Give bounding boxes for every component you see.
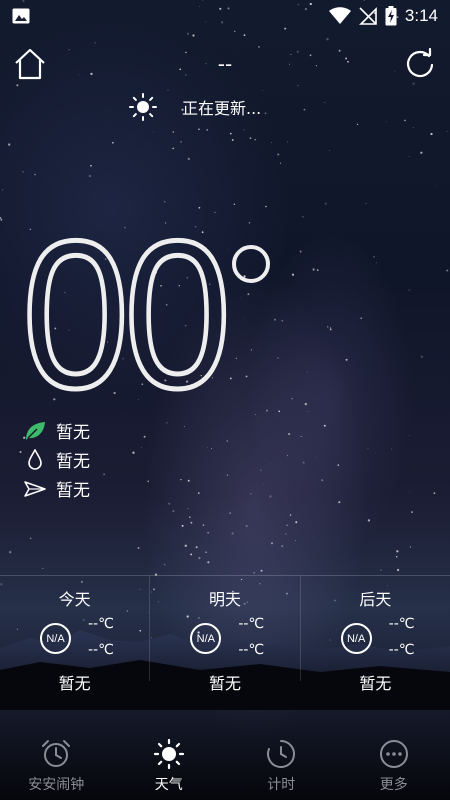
weather-details: 暂无 暂无 暂无: [24, 416, 90, 503]
update-status: 正在更新...: [128, 92, 261, 122]
top-bar: --: [0, 44, 450, 84]
detail-wind: 暂无: [24, 474, 90, 503]
detail-air-quality: 暂无: [24, 416, 90, 445]
leaf-icon: [24, 420, 46, 442]
image-notification-icon: [12, 8, 30, 24]
status-right: 3:14: [328, 6, 438, 26]
water-drop-icon: [24, 448, 46, 471]
tab-label: 天气: [154, 777, 183, 793]
forecast-low: --℃: [238, 642, 265, 658]
tab-more[interactable]: 更多: [338, 735, 450, 800]
tab-alarm[interactable]: 安安闹钟: [0, 735, 113, 800]
update-text: 正在更新...: [182, 99, 262, 118]
forecast-desc: 暂无: [58, 674, 91, 693]
tab-label: 安安闹钟: [28, 777, 85, 793]
status-bar: 3:14: [0, 0, 450, 32]
tab-weather[interactable]: 天气: [113, 735, 226, 800]
timer-icon: [267, 740, 296, 768]
detail-text: 暂无: [56, 452, 90, 472]
more-icon: [379, 740, 408, 768]
forecast-day-after[interactable]: 后天 N/A --℃ --℃ 暂无: [301, 576, 450, 693]
weather-unavailable-icon: N/A: [40, 623, 71, 654]
refresh-button[interactable]: [402, 46, 438, 82]
forecast-day: 今天: [58, 590, 91, 609]
forecast-day: 明天: [208, 590, 241, 609]
three-day-forecast: 今天 N/A --℃ --℃ 暂无 明天 N/A --℃ --℃ 暂无 后天 N…: [0, 575, 450, 693]
forecast-high: --℃: [88, 616, 114, 632]
degree-symbol: [232, 245, 270, 283]
wifi-icon: [328, 7, 351, 24]
current-temperature: 00: [20, 207, 302, 422]
bottom-tab-bar: 安安闹钟 天气 计时 更多: [0, 735, 450, 800]
city-name: --: [217, 52, 233, 76]
forecast-desc: 暂无: [208, 674, 241, 693]
sun-icon: [153, 738, 184, 770]
status-time: 3:14: [404, 6, 438, 25]
tab-label: 更多: [379, 777, 408, 793]
no-signal-icon: [358, 7, 377, 25]
forecast-desc: 暂无: [359, 674, 392, 693]
alarm-clock-icon: [42, 740, 71, 767]
paper-plane-icon: [24, 478, 46, 500]
sun-icon: [129, 93, 157, 121]
tab-timer[interactable]: 计时: [225, 735, 338, 800]
battery-charging-icon: [385, 6, 397, 26]
forecast-tomorrow[interactable]: 明天 N/A --℃ --℃ 暂无: [150, 576, 301, 693]
tab-label: 计时: [267, 777, 296, 793]
weather-unavailable-icon: N/A: [340, 623, 372, 654]
forecast-low: --℃: [88, 642, 114, 658]
weather-unavailable-icon: N/A: [190, 623, 222, 654]
detail-text: 暂无: [56, 423, 90, 443]
detail-text: 暂无: [56, 481, 90, 501]
forecast-low: --℃: [388, 642, 415, 658]
forecast-today[interactable]: 今天 N/A --℃ --℃ 暂无: [0, 576, 151, 693]
forecast-day: 后天: [359, 590, 392, 609]
forecast-high: --℃: [238, 616, 265, 632]
detail-humidity: 暂无: [24, 445, 90, 474]
forecast-high: --℃: [388, 616, 415, 632]
